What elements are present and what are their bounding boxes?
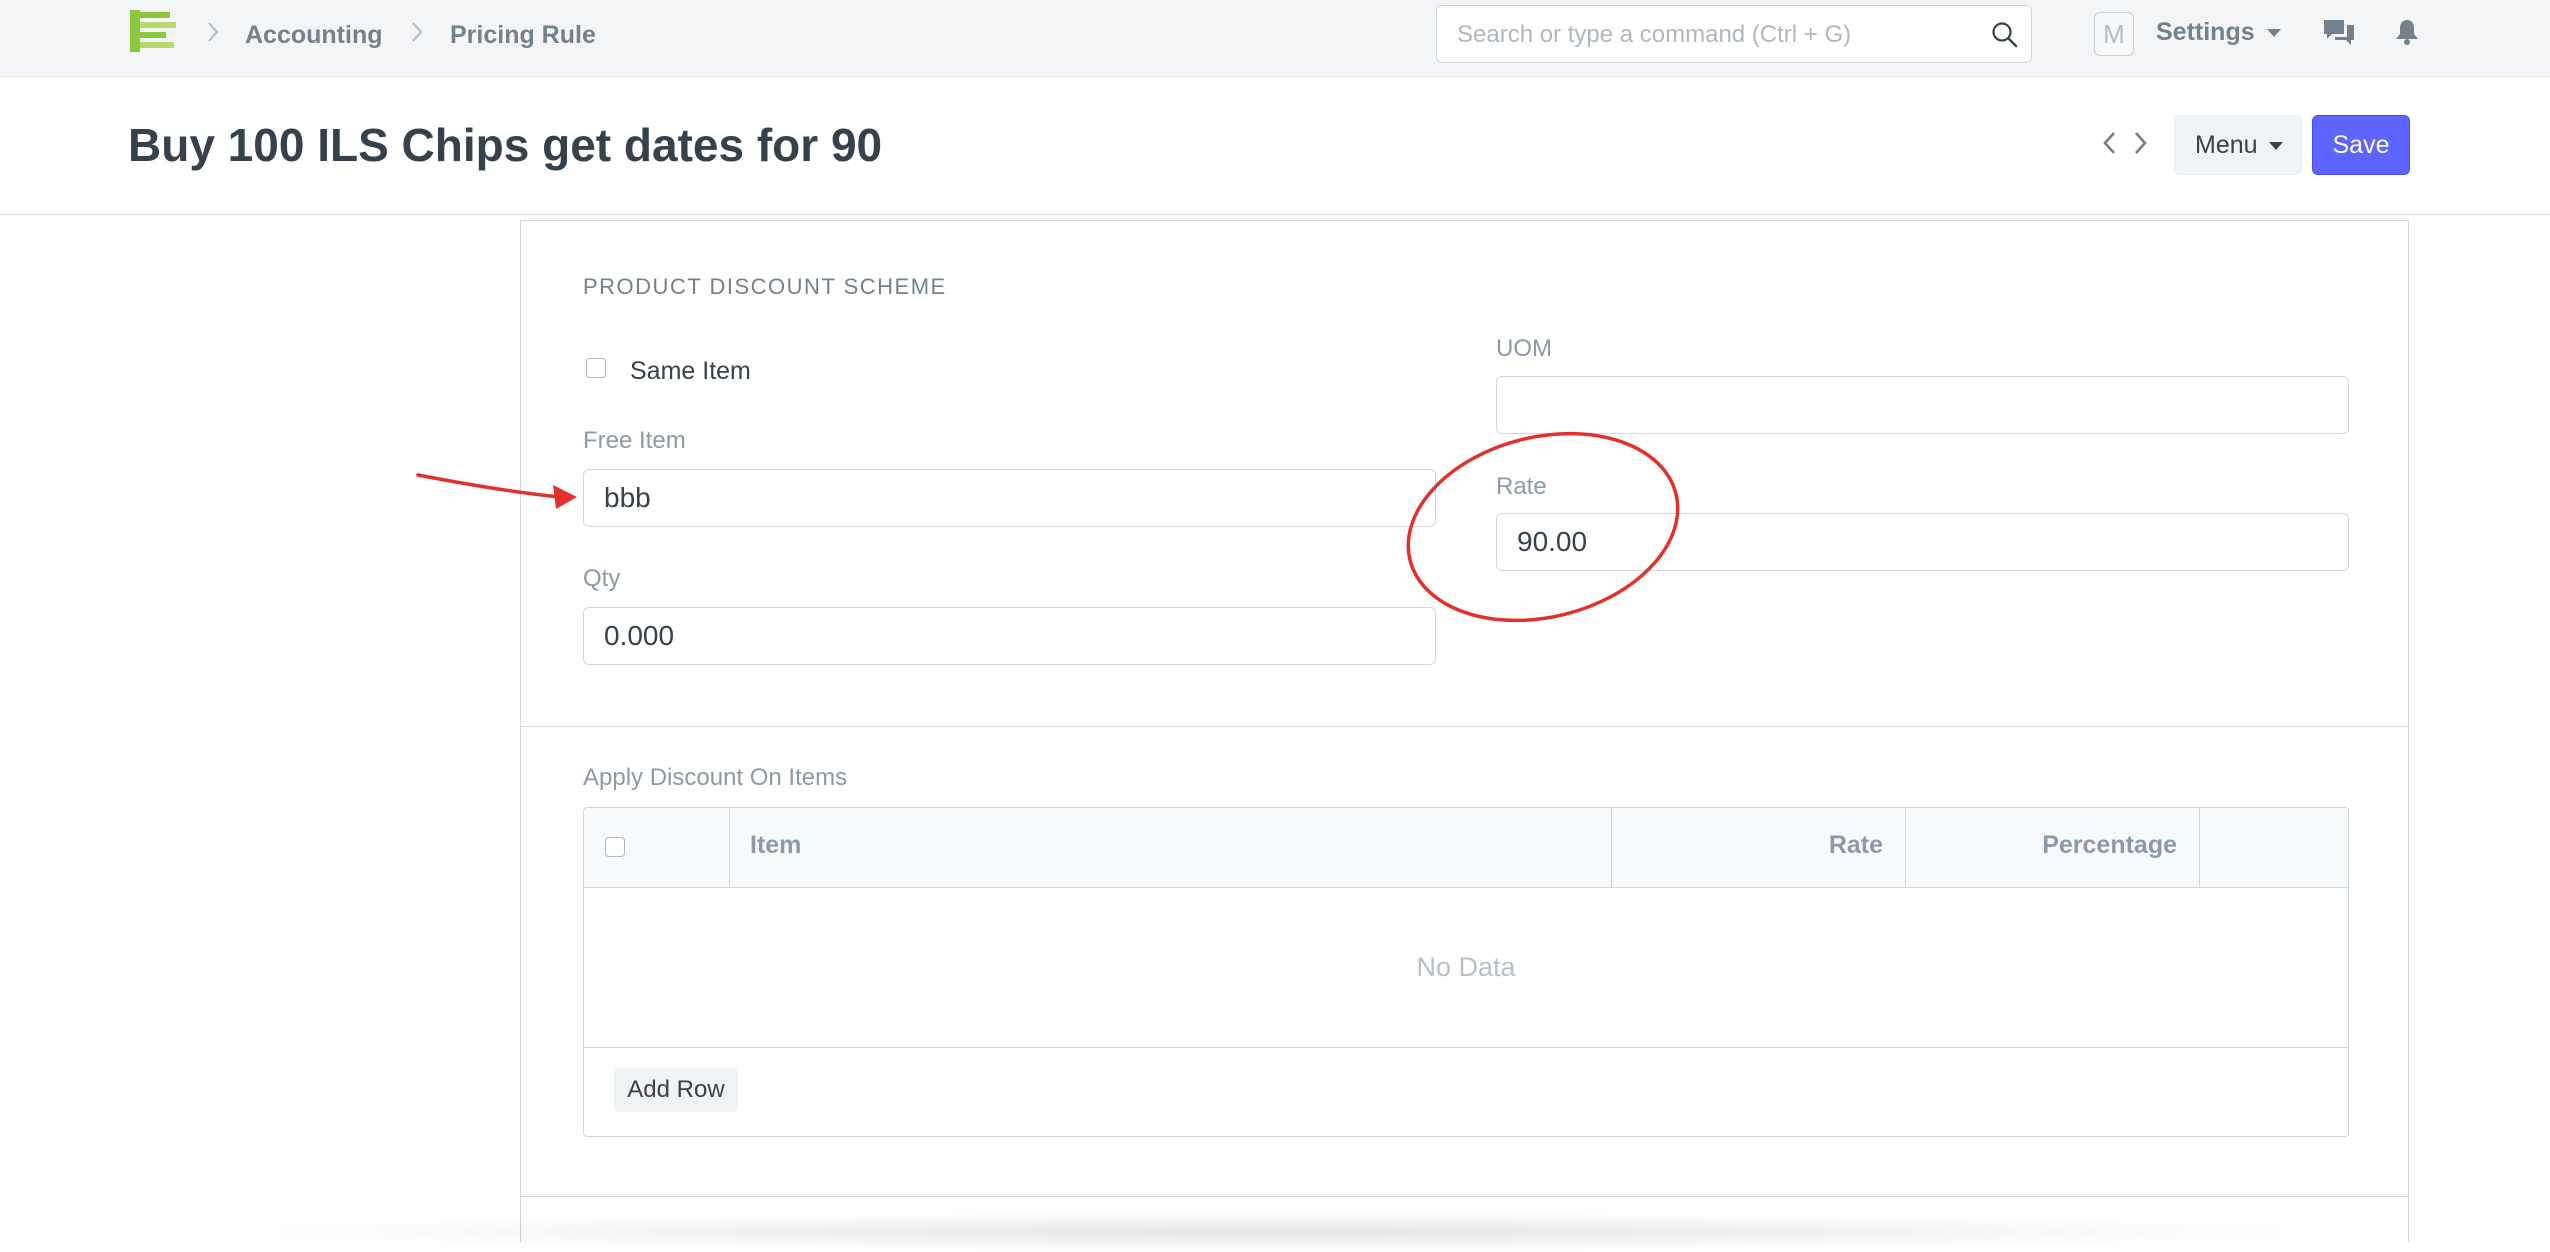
divider	[521, 220, 2408, 221]
menu-button[interactable]: Menu	[2174, 115, 2302, 175]
free-item-label: Free Item	[583, 427, 686, 454]
save-button[interactable]: Save	[2312, 115, 2410, 175]
section-divider	[521, 726, 2408, 727]
menu-button-label: Menu	[2195, 130, 2258, 159]
settings-dropdown[interactable]: Settings	[2156, 18, 2255, 47]
search-box	[1436, 5, 2032, 64]
column-header-rate: Rate	[1828, 831, 1883, 859]
breadcrumb-accounting[interactable]: Accounting	[245, 20, 383, 50]
same-item-label: Same Item	[630, 357, 751, 385]
page-title: Buy 100 ILS Chips get dates for 90	[128, 119, 883, 171]
avatar[interactable]: M	[2094, 12, 2134, 56]
grid-empty-state: No Data	[584, 887, 2348, 1048]
section-divider	[521, 1196, 2408, 1197]
qty-field[interactable]	[583, 607, 1436, 665]
caret-down-icon	[2269, 142, 2283, 150]
app-logo[interactable]	[128, 8, 178, 54]
rate-label: Rate	[1496, 473, 1547, 500]
next-record-icon[interactable]	[2132, 129, 2150, 157]
grid-header: Item Rate Percentage	[584, 808, 2348, 888]
page-head: Buy 100 ILS Chips get dates for 90 Menu …	[0, 77, 2550, 215]
grid-column-item[interactable]: Item	[730, 808, 1612, 887]
grid-column-rate[interactable]: Rate	[1612, 808, 1906, 887]
rate-field[interactable]	[1496, 513, 2349, 571]
grid-column-percentage[interactable]: Percentage	[1906, 808, 2200, 887]
same-item-checkbox[interactable]	[586, 358, 606, 378]
apply-discount-grid: Item Rate Percentage No Data Add Row	[583, 807, 2349, 1137]
search-input[interactable]	[1455, 6, 1979, 64]
section-title-product-discount: PRODUCT DISCOUNT SCHEME	[583, 274, 947, 299]
footer-shadow	[220, 1212, 2340, 1252]
select-all-checkbox[interactable]	[605, 837, 625, 857]
chevron-right-icon	[412, 22, 423, 42]
top-navbar: Accounting Pricing Rule M Settings	[0, 0, 2550, 77]
previous-record-icon[interactable]	[2100, 129, 2118, 157]
form-card: PRODUCT DISCOUNT SCHEME Same Item Free I…	[520, 220, 2409, 1242]
grid-select-all-cell	[584, 808, 730, 887]
uom-field[interactable]	[1496, 376, 2349, 434]
qty-label: Qty	[583, 565, 621, 592]
bell-icon[interactable]	[2394, 18, 2420, 46]
caret-down-icon	[2267, 29, 2281, 37]
chat-icon[interactable]	[2322, 18, 2356, 48]
search-icon[interactable]	[1991, 21, 2019, 49]
add-row-button[interactable]: Add Row	[614, 1068, 738, 1112]
column-header-item: Item	[750, 831, 802, 859]
uom-label: UOM	[1496, 335, 1552, 362]
breadcrumb-pricing-rule[interactable]: Pricing Rule	[450, 20, 596, 50]
free-item-field[interactable]	[583, 469, 1436, 527]
column-header-percentage: Percentage	[2042, 831, 2177, 859]
chevron-right-icon	[208, 22, 219, 42]
apply-discount-label: Apply Discount On Items	[583, 764, 848, 791]
